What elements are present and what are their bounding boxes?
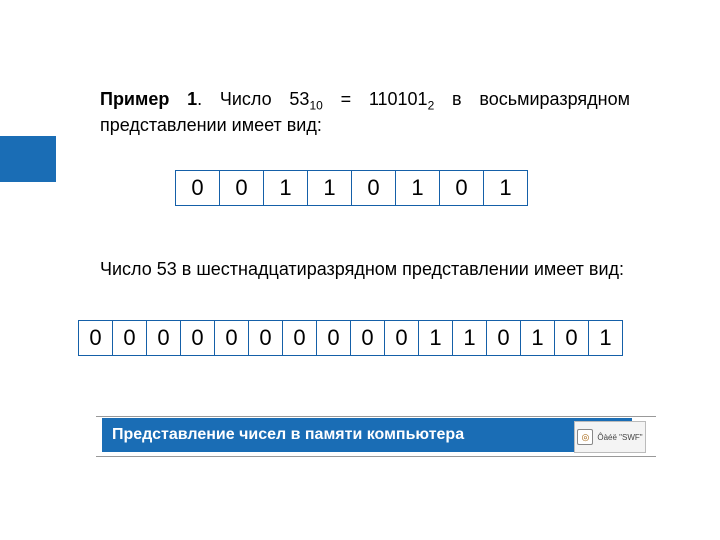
bit-cell: 0 [350, 320, 385, 356]
paragraph-16bit: Число 53 в шестнадцатиразрядном представ… [100, 258, 630, 281]
bit-cell: 1 [452, 320, 487, 356]
swf-placeholder[interactable]: ◎ Ôàéë "SWF" [574, 421, 646, 453]
bit-cell: 0 [78, 320, 113, 356]
swf-label: Ôàéë "SWF" [597, 433, 642, 442]
bit-cell: 0 [248, 320, 283, 356]
divider [96, 416, 656, 417]
swf-icon: ◎ [577, 429, 593, 445]
bit-cell: 1 [418, 320, 453, 356]
bit-row-16: 0 0 0 0 0 0 0 0 0 0 1 1 0 1 0 1 [78, 320, 623, 356]
bit-cell: 1 [483, 170, 528, 206]
example-label: Пример 1 [100, 89, 197, 109]
bit-cell: 0 [214, 320, 249, 356]
bit-cell: 1 [307, 170, 352, 206]
paragraph-example-1: Пример 1. Число 5310 = 1101012 в восьмир… [100, 88, 630, 138]
slide: Пример 1. Число 5310 = 1101012 в восьмир… [0, 0, 720, 540]
footer-title: Представление чисел в памяти компьютера [112, 426, 464, 444]
bit-cell: 0 [175, 170, 220, 206]
accent-bar [0, 136, 56, 182]
bit-cell: 0 [112, 320, 147, 356]
bit-cell: 0 [439, 170, 484, 206]
bit-cell: 0 [180, 320, 215, 356]
subscript-base-10: 10 [309, 99, 322, 113]
text-fragment: . Число 53 [197, 89, 309, 109]
bit-cell: 0 [486, 320, 521, 356]
footer-title-bar: Представление чисел в памяти компьютера [102, 418, 632, 452]
bit-cell: 1 [395, 170, 440, 206]
bit-cell: 0 [384, 320, 419, 356]
divider [96, 456, 656, 457]
bit-cell: 0 [146, 320, 181, 356]
bit-cell: 1 [520, 320, 555, 356]
bit-cell: 0 [351, 170, 396, 206]
footer: Представление чисел в памяти компьютера … [102, 416, 644, 456]
bit-cell: 1 [263, 170, 308, 206]
bit-cell: 0 [282, 320, 317, 356]
bit-cell: 1 [588, 320, 623, 356]
text-fragment: = 110101 [323, 89, 428, 109]
bit-cell: 0 [219, 170, 264, 206]
bit-row-8: 0 0 1 1 0 1 0 1 [175, 170, 528, 206]
bit-cell: 0 [316, 320, 351, 356]
bit-cell: 0 [554, 320, 589, 356]
